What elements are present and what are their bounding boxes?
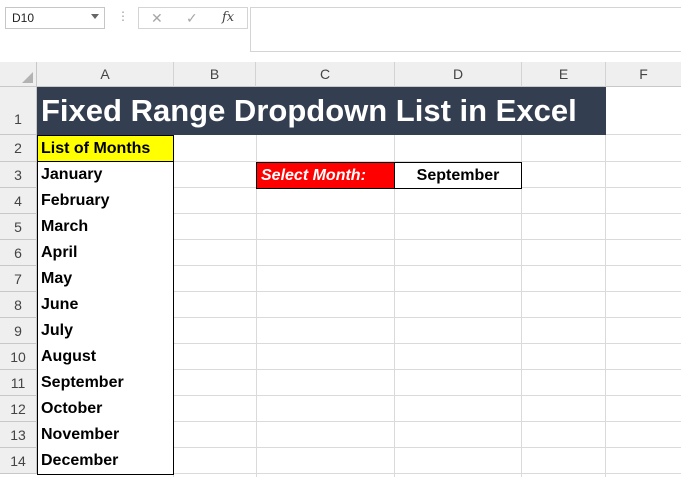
enter-icon[interactable]: ✓ bbox=[186, 10, 198, 26]
row-header-12[interactable]: 12 bbox=[0, 396, 37, 422]
month-cell-a9[interactable]: July bbox=[37, 318, 174, 345]
row-header-13[interactable]: 13 bbox=[0, 422, 37, 448]
month-cell-a8[interactable]: June bbox=[37, 292, 174, 319]
gridline bbox=[521, 87, 522, 477]
name-box-value: D10 bbox=[12, 11, 35, 25]
month-cell-a10[interactable]: August bbox=[37, 344, 174, 371]
gridline bbox=[605, 87, 606, 477]
month-cell-a12[interactable]: October bbox=[37, 396, 174, 423]
more-options-icon[interactable]: ⋮ bbox=[117, 10, 129, 22]
month-cell-a11[interactable]: September bbox=[37, 370, 174, 397]
month-cell-a4[interactable]: February bbox=[37, 188, 174, 215]
insert-function-icon[interactable]: fx bbox=[222, 10, 234, 26]
row-header-11[interactable]: 11 bbox=[0, 370, 37, 396]
row-header-7[interactable]: 7 bbox=[0, 266, 37, 292]
chevron-down-icon[interactable] bbox=[91, 14, 99, 19]
row-header-4[interactable]: 4 bbox=[0, 188, 37, 214]
column-header-b[interactable]: B bbox=[174, 62, 256, 87]
select-all-button[interactable] bbox=[0, 62, 37, 87]
name-box[interactable]: D10 bbox=[5, 7, 105, 29]
month-cell-a3[interactable]: January bbox=[37, 162, 174, 189]
formula-buttons: ✕ ✓ fx bbox=[138, 7, 248, 29]
row-header-1[interactable]: 1 bbox=[0, 87, 37, 135]
gridline bbox=[394, 87, 395, 477]
row-header-5[interactable]: 5 bbox=[0, 214, 37, 240]
column-header-f[interactable]: F bbox=[606, 62, 681, 87]
row-header-14[interactable]: 14 bbox=[0, 448, 37, 474]
row-header-2[interactable]: 2 bbox=[0, 135, 37, 162]
gridline bbox=[256, 87, 257, 477]
column-header-a[interactable]: A bbox=[37, 62, 174, 87]
month-cell-a7[interactable]: May bbox=[37, 266, 174, 293]
row-header-8[interactable]: 8 bbox=[0, 292, 37, 318]
month-dropdown-cell[interactable]: September bbox=[395, 162, 522, 189]
select-all-icon bbox=[22, 72, 33, 83]
formula-bar: D10 ⋮ ✕ ✓ fx bbox=[0, 0, 681, 62]
row-header-9[interactable]: 9 bbox=[0, 318, 37, 344]
column-header-d[interactable]: D bbox=[395, 62, 522, 87]
row-header-10[interactable]: 10 bbox=[0, 344, 37, 370]
month-cell-a6[interactable]: April bbox=[37, 240, 174, 267]
cancel-icon[interactable]: ✕ bbox=[151, 10, 163, 26]
column-header-c[interactable]: C bbox=[256, 62, 395, 87]
month-cell-a14[interactable]: December bbox=[37, 448, 174, 475]
sheet-title-cell[interactable]: Fixed Range Dropdown List in Excel bbox=[37, 87, 606, 135]
month-cell-a5[interactable]: March bbox=[37, 214, 174, 241]
spreadsheet-grid: A B C D E F 1 2 3 4 5 6 7 8 9 10 11 12 1… bbox=[0, 62, 681, 477]
column-header-e[interactable]: E bbox=[522, 62, 606, 87]
row-header-6[interactable]: 6 bbox=[0, 240, 37, 266]
row-header-3[interactable]: 3 bbox=[0, 162, 37, 188]
list-header-cell[interactable]: List of Months bbox=[37, 135, 174, 162]
month-cell-a13[interactable]: November bbox=[37, 422, 174, 449]
formula-input[interactable] bbox=[250, 7, 681, 52]
select-month-label-cell[interactable]: Select Month: bbox=[256, 162, 395, 189]
